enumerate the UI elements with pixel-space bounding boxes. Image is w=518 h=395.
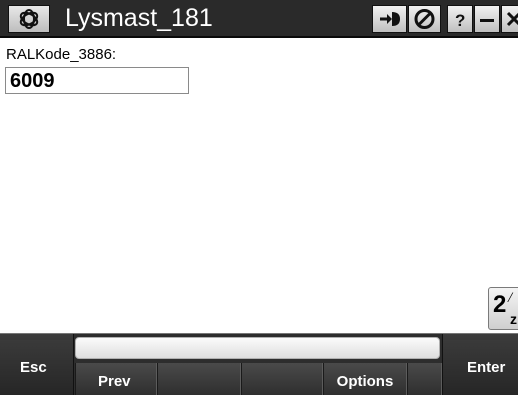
softkey-3[interactable] xyxy=(241,363,323,395)
help-icon[interactable]: ? xyxy=(447,5,473,33)
options-button[interactable]: Options xyxy=(323,363,407,395)
help-graphic: ? xyxy=(455,11,465,30)
softkey-2[interactable] xyxy=(157,363,241,395)
esc-label: Esc xyxy=(20,359,47,376)
minimize-icon[interactable] xyxy=(474,5,500,33)
trimble-logo-icon[interactable] xyxy=(8,5,50,33)
field-label: RALKode_3886: xyxy=(6,46,117,63)
enter-label: Enter xyxy=(467,359,506,376)
trimble-logo-graphic xyxy=(19,9,39,29)
screen: Lysmast_181 ? RALKode_3886: 6009 2 / z E… xyxy=(0,0,518,395)
close-graphic xyxy=(506,11,518,27)
prev-button[interactable]: Prev xyxy=(75,363,157,395)
enter-button[interactable]: Enter xyxy=(442,334,518,395)
prev-label: Prev xyxy=(98,373,131,390)
disabled-circle-graphic xyxy=(414,9,435,29)
close-icon[interactable] xyxy=(501,5,518,33)
softkey-5[interactable] xyxy=(407,363,442,395)
keyboard-icon-main: 2 xyxy=(493,291,507,318)
options-label: Options xyxy=(336,373,394,390)
status-field xyxy=(75,337,440,359)
keyboard-icon-slash: / xyxy=(508,290,513,306)
keyboard-icon-letter: z xyxy=(510,311,517,327)
login-arrow-graphic xyxy=(380,12,400,26)
login-arrow-icon[interactable] xyxy=(372,5,407,33)
svg-text:?: ? xyxy=(455,11,465,30)
bottom-bar: Esc Prev Options Enter xyxy=(0,333,518,395)
disabled-circle-icon[interactable] xyxy=(408,5,441,33)
title-bar: Lysmast_181 ? xyxy=(0,0,518,38)
minimize-graphic xyxy=(480,19,494,22)
keyboard-toggle-button[interactable]: 2 / z xyxy=(488,287,518,330)
window-title: Lysmast_181 xyxy=(65,4,213,32)
ral-code-input[interactable]: 6009 xyxy=(5,67,189,94)
esc-button[interactable]: Esc xyxy=(0,334,74,395)
